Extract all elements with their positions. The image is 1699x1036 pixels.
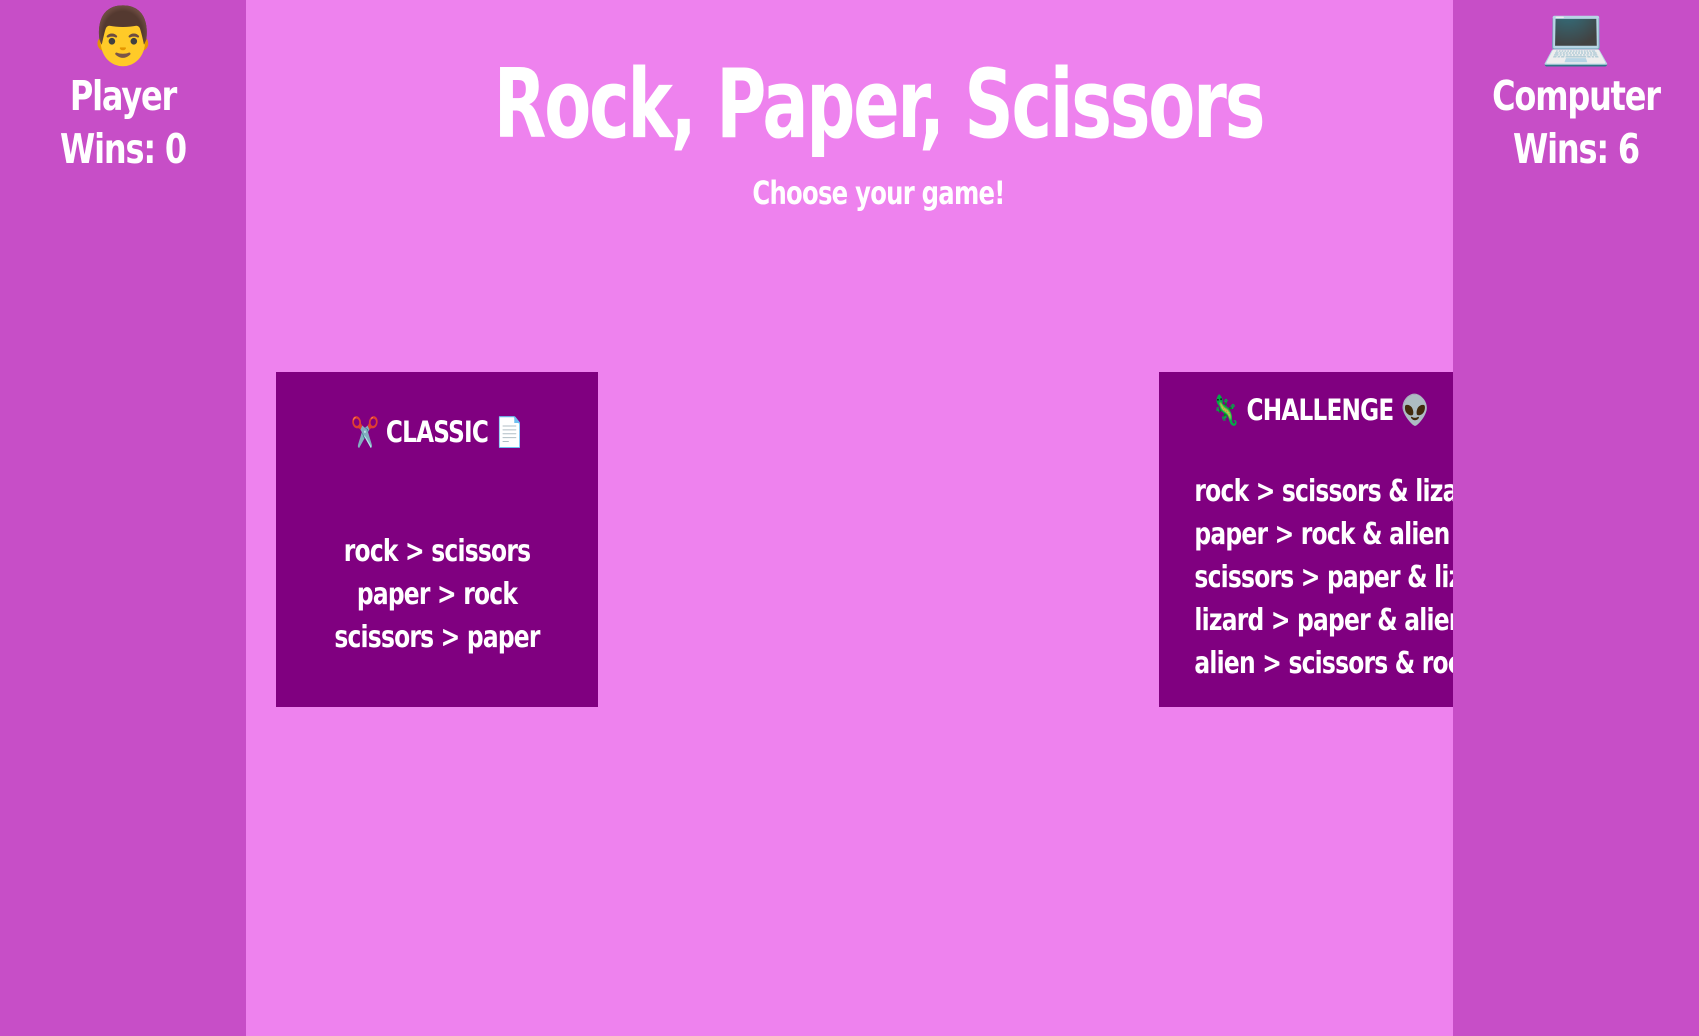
computer-name: Computer: [1492, 72, 1661, 120]
challenge-rule: scissors > paper & lizard: [1194, 560, 1504, 595]
challenge-rule: alien > scissors & rock: [1194, 646, 1476, 681]
challenge-game-button[interactable]: 🦎 CHALLENGE 👽 rock > scissors & lizard p…: [1159, 372, 1504, 707]
challenge-rule: lizard > paper & alien: [1194, 603, 1465, 638]
classic-rule: scissors > paper: [334, 620, 540, 655]
computer-wins: Wins: 6: [1512, 125, 1640, 173]
player-panel: 👨 Player Wins: 0: [0, 0, 246, 1036]
page-subtitle: Choose your game!: [752, 174, 1005, 212]
classic-rules-list: rock > scissors paper > rock scissors > …: [276, 530, 598, 659]
classic-game-button[interactable]: ✂️ CLASSIC 📄 rock > scissors paper > roc…: [276, 372, 598, 707]
classic-rule: paper > rock: [356, 577, 518, 612]
classic-game-title: ✂️ CLASSIC 📄: [350, 415, 525, 449]
challenge-game-title: 🦎 CHALLENGE 👽: [1211, 393, 1429, 427]
computer-panel: 💻 Computer Wins: 6: [1453, 0, 1699, 1036]
player-avatar-icon: 👨: [88, 4, 158, 69]
page-title: Rock, Paper, Scissors: [493, 50, 1266, 160]
game-area: Rock, Paper, Scissors Choose your game! …: [246, 0, 1511, 1036]
player-wins: Wins: 0: [59, 125, 187, 173]
player-name: Player: [69, 72, 177, 120]
challenge-rules-list: rock > scissors & lizard paper > rock & …: [1159, 470, 1504, 685]
challenge-rule: paper > rock & alien: [1194, 517, 1450, 552]
computer-avatar-icon: 💻: [1541, 4, 1611, 69]
classic-rule: rock > scissors: [343, 534, 531, 569]
challenge-rule: rock > scissors & lizard: [1194, 474, 1485, 509]
